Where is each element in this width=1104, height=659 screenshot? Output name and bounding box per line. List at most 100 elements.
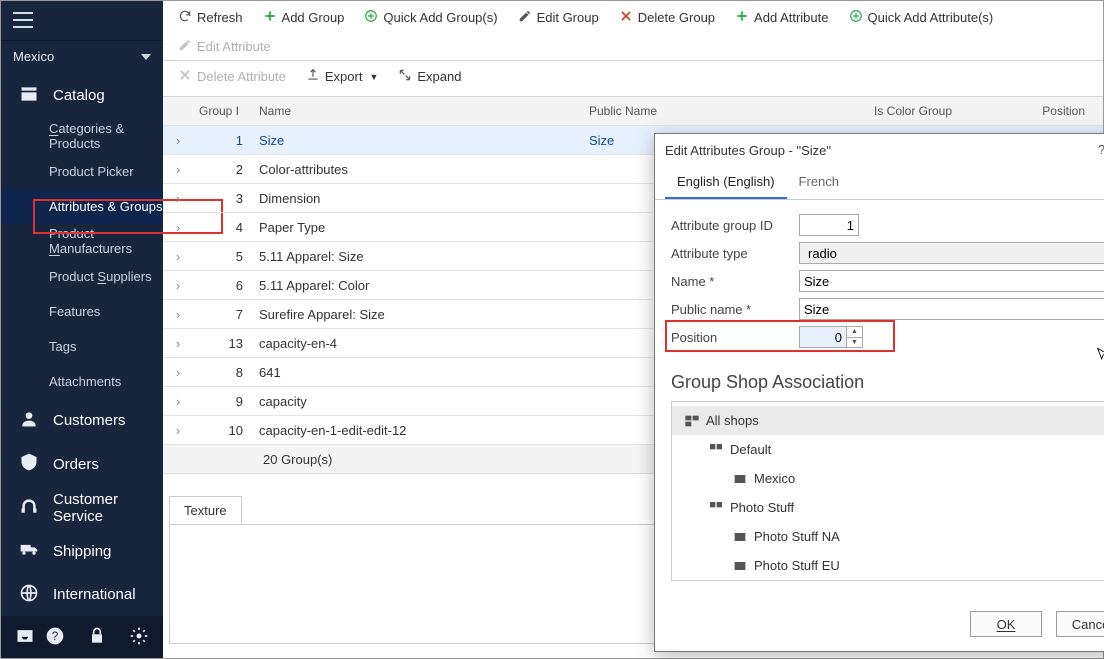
- customers-icon: [19, 409, 39, 433]
- shop-group-icon: [708, 442, 724, 458]
- tree-item[interactable]: Mexico: [672, 464, 1104, 493]
- cell-group-id: 6: [193, 278, 253, 293]
- sidebar-item-product-suppliers[interactable]: Product Suppliers: [1, 259, 163, 294]
- table-footer-label: 20 Group(s): [263, 452, 332, 467]
- x-icon: [178, 68, 192, 85]
- col-public-name[interactable]: Public Name: [583, 104, 833, 118]
- section-shop-association: Group Shop Association: [671, 372, 1104, 393]
- add-group-button[interactable]: Add Group: [254, 4, 354, 31]
- tree-item-label: Default: [730, 442, 1104, 457]
- add-attribute-button[interactable]: Add Attribute: [726, 4, 837, 31]
- sidebar-item-product-manufacturers[interactable]: Product Manufacturers: [1, 224, 163, 259]
- input-position[interactable]: [799, 326, 847, 348]
- nav-label: Customers: [53, 412, 126, 429]
- pencil-icon: [518, 9, 532, 26]
- tree-item[interactable]: Photo Stuff EU: [672, 551, 1104, 580]
- toolbar: RefreshAdd GroupQuick Add Group(s)Edit G…: [163, 1, 1103, 61]
- input-group-id: [799, 214, 859, 236]
- tree-item[interactable]: Photo Stuff NA: [672, 522, 1104, 551]
- cell-name: capacity: [253, 394, 583, 409]
- sidebar-item-attributes-groups[interactable]: Attributes & Groups: [1, 189, 163, 224]
- col-is-color-group[interactable]: Is Color Group: [833, 104, 993, 118]
- inbox-icon[interactable]: [15, 626, 35, 649]
- cell-name: capacity-en-4: [253, 336, 583, 351]
- tab-french[interactable]: French: [787, 166, 851, 199]
- cancel-button[interactable]: Cancel: [1056, 611, 1104, 637]
- tree-item-label: Photo Stuff NA: [754, 529, 1104, 544]
- cell-group-id: 13: [193, 336, 253, 351]
- cell-group-id: 4: [193, 220, 253, 235]
- col-name[interactable]: Name: [253, 104, 583, 118]
- refresh-button[interactable]: Refresh: [169, 4, 252, 31]
- expand-row-icon[interactable]: ›: [163, 394, 193, 409]
- help-icon[interactable]: ?: [1098, 142, 1104, 158]
- sidebar-item-product-picker[interactable]: Product Picker: [1, 154, 163, 189]
- nav-shipping[interactable]: Shipping: [1, 529, 163, 573]
- expand-row-icon[interactable]: ›: [163, 365, 193, 380]
- spin-up-icon[interactable]: ▲: [847, 327, 862, 338]
- nav-catalog-label: Catalog: [53, 87, 105, 104]
- input-name[interactable]: [799, 270, 1104, 292]
- lock-icon[interactable]: [87, 626, 107, 649]
- expand-row-icon[interactable]: ›: [163, 162, 193, 177]
- sidebar-item-label: Categories & Products: [49, 121, 163, 151]
- quick-add-group-s--button[interactable]: Quick Add Group(s): [355, 4, 506, 31]
- ok-button[interactable]: OK: [970, 611, 1042, 637]
- gear-icon[interactable]: [129, 626, 149, 649]
- nav-customer-service[interactable]: Customer Service: [1, 486, 163, 530]
- tree-item-label: All shops: [706, 413, 1104, 428]
- nav-catalog[interactable]: Catalog: [1, 73, 163, 119]
- tree-item[interactable]: Photo Stuff USA: [672, 580, 1104, 581]
- sidebar: Mexico Catalog Categories & Products Pro…: [1, 1, 163, 658]
- delete-group-button[interactable]: Delete Group: [610, 4, 724, 31]
- expand-row-icon[interactable]: ›: [163, 249, 193, 264]
- sidebar-item-features[interactable]: Features: [1, 294, 163, 329]
- sidebar-item-label: Attachments: [49, 374, 121, 389]
- col-position[interactable]: Position: [993, 104, 1103, 118]
- x-icon: [619, 9, 633, 26]
- tab-texture[interactable]: Texture: [169, 496, 242, 524]
- cell-group-id: 3: [193, 191, 253, 206]
- label-group-id: Attribute group ID: [671, 218, 799, 233]
- shop-selector[interactable]: Mexico: [1, 41, 163, 73]
- nav-label: International: [53, 586, 136, 603]
- help-icon[interactable]: ?: [45, 626, 65, 649]
- expand-row-icon[interactable]: ›: [163, 220, 193, 235]
- sidebar-item-tags[interactable]: Tags: [1, 329, 163, 364]
- col-group-id[interactable]: Group I: [193, 104, 253, 118]
- export-button[interactable]: Export▼: [297, 63, 388, 90]
- expand-row-icon[interactable]: ›: [163, 336, 193, 351]
- position-stepper[interactable]: ▲▼: [847, 326, 863, 348]
- table-header: Group I Name Public Name Is Color Group …: [163, 97, 1103, 126]
- tab-english[interactable]: English (English): [665, 166, 787, 199]
- expand-row-icon[interactable]: ›: [163, 191, 193, 206]
- shop-group-icon: [708, 500, 724, 516]
- nav-customers[interactable]: Customers: [1, 399, 163, 443]
- cell-name: Dimension: [253, 191, 583, 206]
- label-attribute-type: Attribute type: [671, 246, 799, 261]
- nav-orders[interactable]: Orders: [1, 442, 163, 486]
- hamburger-icon[interactable]: [13, 12, 33, 28]
- nav-label: Orders: [53, 456, 99, 473]
- modal-title: Edit Attributes Group - "Size": [665, 143, 831, 158]
- expand-icon: [398, 68, 412, 85]
- expand-row-icon[interactable]: ›: [163, 133, 193, 148]
- sidebar-item-categories-products[interactable]: Categories & Products: [1, 119, 163, 154]
- sidebar-item-attachments[interactable]: Attachments: [1, 364, 163, 399]
- select-attribute-type[interactable]: radio: [799, 242, 1104, 264]
- expand-row-icon[interactable]: ›: [163, 423, 193, 438]
- edit-attribute-button: Edit Attribute: [169, 33, 280, 60]
- expand-row-icon[interactable]: ›: [163, 278, 193, 293]
- tree-item[interactable]: Default: [672, 435, 1104, 464]
- expand-button[interactable]: Expand: [389, 63, 470, 90]
- expand-row-icon[interactable]: ›: [163, 307, 193, 322]
- tree-item[interactable]: Photo Stuff: [672, 493, 1104, 522]
- nav-international[interactable]: International: [1, 573, 163, 617]
- quick-add-attribute-s--button[interactable]: Quick Add Attribute(s): [840, 4, 1003, 31]
- tree-item[interactable]: All shops: [672, 406, 1104, 435]
- catalog-icon: [19, 84, 39, 108]
- edit-group-button[interactable]: Edit Group: [509, 4, 608, 31]
- plus-icon: [735, 9, 749, 26]
- spin-down-icon[interactable]: ▼: [847, 338, 862, 348]
- input-public-name[interactable]: [799, 298, 1104, 320]
